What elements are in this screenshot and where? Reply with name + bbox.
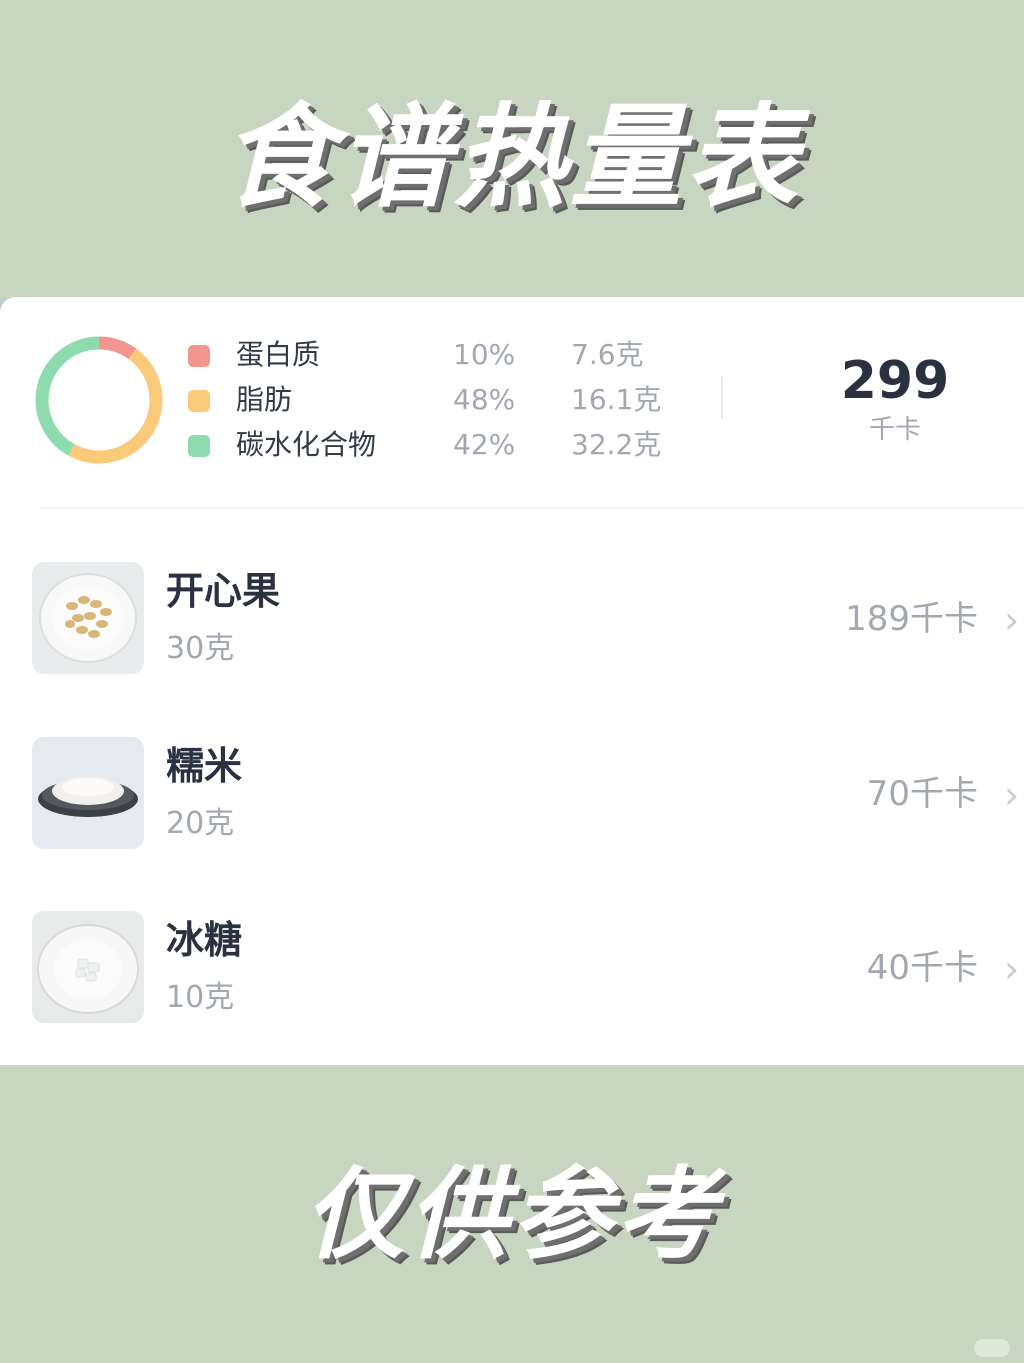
food-weight: 10克: [166, 980, 235, 1015]
chevron-right-icon: ›: [1004, 598, 1020, 642]
macro-donut-chart: [35, 336, 163, 464]
protein-percent: 10%: [453, 338, 516, 371]
pistachio-plate-icon: [32, 562, 144, 674]
food-item-pistachio[interactable]: 开心果 30克 189千卡 ›: [0, 562, 1024, 702]
nutrition-card: 蛋白质 10% 7.6克 脂肪 48% 16.1克 碳水化合物 42% 32.2…: [0, 297, 1024, 1065]
carbs-label: 碳水化合物: [236, 428, 377, 461]
food-weight: 20克: [166, 806, 235, 841]
food-calories: 189千卡: [845, 599, 978, 639]
carbs-amount: 32.2克: [571, 428, 662, 461]
chevron-right-icon: ›: [1004, 947, 1020, 991]
fat-color-dot: [188, 390, 210, 412]
footer-title: 仅供参考: [304, 1156, 720, 1273]
food-name: 糯米: [166, 744, 243, 788]
protein-label: 蛋白质: [236, 338, 321, 371]
section-divider: [40, 507, 1024, 509]
summary-divider: [721, 377, 723, 419]
watermark-badge: [974, 1339, 1010, 1357]
legend-row-protein: 蛋白质 10% 7.6克: [188, 335, 688, 375]
protein-color-dot: [188, 345, 210, 367]
rock-sugar-plate-icon: [32, 911, 144, 1023]
legend-row-carbs: 碳水化合物 42% 32.2克: [188, 425, 688, 465]
total-calories-unit: 千卡: [868, 415, 921, 445]
rice-plate-icon: [32, 737, 144, 849]
fat-amount: 16.1克: [571, 383, 662, 416]
food-item-rock-sugar[interactable]: 冰糖 10克 40千卡 ›: [0, 911, 1024, 1051]
fat-label: 脂肪: [236, 383, 293, 416]
carbs-percent: 42%: [453, 428, 516, 461]
food-calories: 70千卡: [866, 774, 978, 814]
nutrition-summary: 蛋白质 10% 7.6克 脂肪 48% 16.1克 碳水化合物 42% 32.2…: [0, 297, 1024, 507]
food-item-glutinous-rice[interactable]: 糯米 20克 70千卡 ›: [0, 737, 1024, 877]
food-name: 冰糖: [166, 918, 243, 962]
page-title: 食谱热量表: [222, 93, 802, 223]
total-calories: 299: [840, 351, 950, 411]
food-name: 开心果: [166, 569, 281, 613]
chevron-right-icon: ›: [1004, 773, 1020, 817]
food-calories: 40千卡: [866, 948, 978, 988]
carbs-color-dot: [188, 435, 210, 457]
legend-row-fat: 脂肪 48% 16.1克: [188, 380, 688, 420]
food-weight: 30克: [166, 631, 235, 666]
fat-percent: 48%: [453, 383, 516, 416]
protein-amount: 7.6克: [571, 338, 644, 371]
